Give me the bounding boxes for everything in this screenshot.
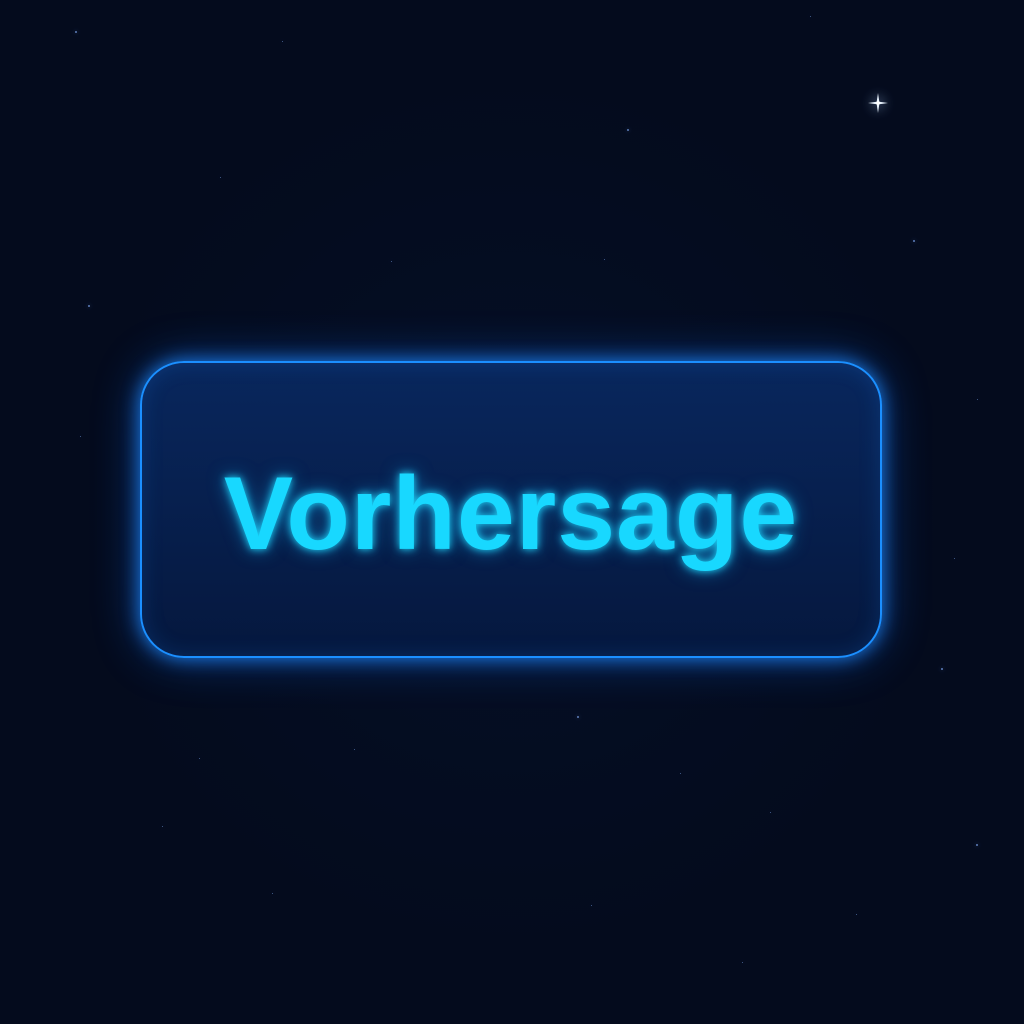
star-dot (680, 773, 681, 774)
star-dot (354, 749, 355, 750)
star-dot (80, 436, 81, 437)
star-dot (977, 399, 978, 400)
star-dot (627, 129, 629, 131)
forecast-button-label: Vorhersage (223, 455, 799, 572)
star-dot (856, 914, 857, 915)
star-dot (941, 668, 943, 670)
star-dot (88, 305, 90, 307)
star-dot (742, 962, 743, 963)
sparkle-star-icon (868, 93, 888, 113)
star-dot (162, 826, 163, 827)
star-dot (282, 41, 283, 42)
forecast-button[interactable]: Vorhersage (140, 361, 882, 658)
star-dot (577, 716, 579, 718)
star-dot (976, 844, 978, 846)
star-dot (391, 261, 392, 262)
star-dot (954, 558, 955, 559)
forecast-screen: Vorhersage (0, 0, 1024, 1024)
star-dot (810, 16, 811, 17)
star-dot (75, 31, 77, 33)
star-dot (591, 905, 592, 906)
star-dot (604, 259, 605, 260)
star-dot (913, 240, 915, 242)
star-dot (199, 758, 200, 759)
star-dot (220, 177, 221, 178)
star-dot (272, 893, 273, 894)
star-dot (770, 812, 771, 813)
